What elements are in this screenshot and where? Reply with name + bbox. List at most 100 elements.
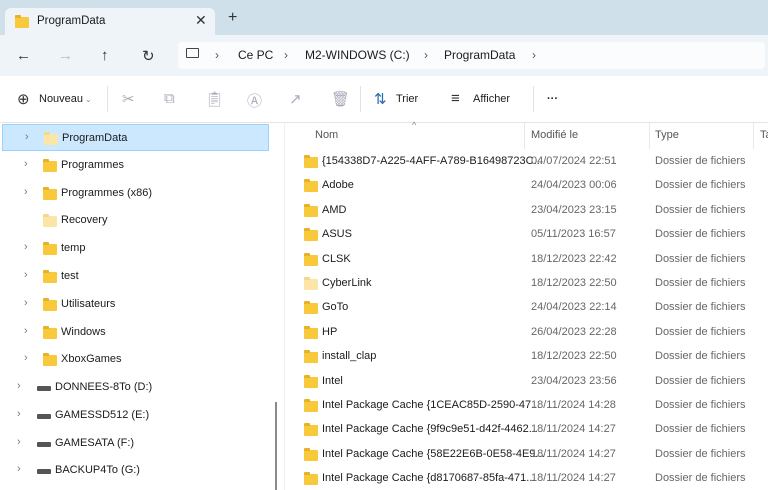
folder-icon [43, 242, 57, 256]
column-header-modified[interactable]: Modifié le [531, 129, 578, 141]
address-row: ← → ↑ ↻ › Ce PC › M2-WINDOWS (C:) › Prog… [0, 35, 768, 76]
view-button[interactable]: Afficher [473, 93, 510, 105]
file-row[interactable]: AMD 23/04/2023 23:15 Dossier de fichiers [285, 198, 768, 222]
file-modified: 18/11/2024 14:27 [531, 423, 616, 436]
column-header-name[interactable]: Nom [315, 129, 338, 141]
sidebar-item-folder[interactable]: › Programmes (x86) [2, 180, 269, 207]
chevron-right-icon[interactable]: › [17, 463, 21, 475]
chevron-right-icon[interactable]: › [24, 241, 28, 253]
column-header-size[interactable]: Ta [760, 129, 768, 141]
chevron-right-icon[interactable]: › [24, 352, 28, 364]
nav-scrollbar[interactable] [275, 402, 277, 490]
folder-icon [304, 228, 318, 242]
file-row[interactable]: {154338D7-A225-4AFF-A789-B16498723C... 04… [285, 149, 768, 173]
file-type: Dossier de fichiers [655, 155, 746, 167]
file-row[interactable]: GoTo 24/04/2023 22:14 Dossier de fichiers [285, 295, 768, 319]
file-modified: 18/11/2024 14:27 [531, 447, 616, 460]
sidebar-item-folder[interactable]: › Windows [2, 319, 269, 346]
delete-icon[interactable]: 🗑︎ [331, 90, 350, 108]
up-button[interactable]: ↑ [101, 47, 109, 64]
command-bar: ⊕ Nouveau ⌄ ✂ ⧉ 📋︎ Ⓐ ↗ 🗑︎ ⇅ Trier ≡ Affi… [0, 76, 768, 123]
column-header-type[interactable]: Type [655, 129, 679, 141]
more-options-button[interactable]: ··· [547, 93, 558, 105]
sidebar-item-drive[interactable]: › GAMESATA (F:) [2, 430, 269, 457]
file-modified: 18/12/2023 22:42 [531, 252, 617, 265]
file-row[interactable]: ASUS 05/11/2023 16:57 Dossier de fichiers [285, 222, 768, 246]
sidebar-item-folder[interactable]: › ProgramData [2, 124, 269, 151]
sidebar-item-label: Utilisateurs [61, 297, 116, 310]
file-modified: 18/12/2023 22:50 [531, 350, 617, 363]
refresh-button[interactable]: ↻ [142, 47, 155, 65]
sidebar-item-drive[interactable]: › DONNEES-8To (D:) [2, 374, 269, 401]
chevron-right-icon[interactable]: › [24, 158, 28, 170]
computer-icon [186, 48, 199, 58]
sidebar-item-label: temp [61, 242, 86, 255]
chevron-right-icon[interactable]: › [24, 297, 28, 309]
sidebar-item-folder[interactable]: › temp [2, 235, 269, 262]
drive-icon [37, 441, 51, 447]
back-button[interactable]: ← [16, 47, 31, 64]
paste-icon[interactable]: 📋︎ [205, 90, 224, 108]
chevron-right-icon[interactable]: › [24, 325, 28, 337]
new-button[interactable]: Nouveau [39, 93, 83, 105]
chevron-right-icon[interactable]: › [25, 131, 29, 143]
breadcrumb-item[interactable]: M2-WINDOWS (C:) [305, 48, 410, 62]
new-tab-button[interactable]: + [228, 9, 237, 27]
drive-icon [37, 386, 51, 391]
file-row[interactable]: Intel 23/04/2023 23:56 Dossier de fichiers [285, 369, 768, 393]
file-modified: 24/04/2023 22:14 [531, 301, 617, 314]
folder-icon [43, 186, 57, 200]
file-name: Intel Package Cache {d8170687-85fa-471..… [322, 472, 536, 485]
sidebar-item-folder[interactable]: › XboxGames [2, 346, 269, 373]
file-row[interactable]: CLSK 18/12/2023 22:42 Dossier de fichiers [285, 247, 768, 271]
file-name: {154338D7-A225-4AFF-A789-B16498723C... [322, 155, 543, 167]
file-row[interactable]: HP 26/04/2023 22:28 Dossier de fichiers [285, 320, 768, 344]
sidebar-item-label: GAMESATA (F:) [55, 436, 135, 449]
breadcrumb-item[interactable]: Ce PC [238, 48, 273, 62]
chevron-right-icon[interactable]: › [17, 408, 21, 420]
sidebar-item-folder[interactable]: › Programmes [2, 152, 269, 179]
chevron-right-icon[interactable]: › [24, 269, 28, 281]
chevron-right-icon[interactable]: › [24, 186, 28, 198]
share-icon[interactable]: ↗ [289, 90, 302, 108]
copy-icon[interactable]: ⧉ [164, 90, 175, 107]
view-icon: ≡ [451, 90, 460, 107]
file-modified: 18/11/2024 14:28 [531, 399, 616, 411]
file-modified: 18/11/2024 14:27 [531, 472, 616, 485]
forward-button[interactable]: → [58, 47, 73, 64]
file-row[interactable]: Adobe 24/04/2023 00:06 Dossier de fichiers [285, 173, 768, 197]
file-type: Dossier de fichiers [655, 472, 746, 485]
file-row[interactable]: Intel Package Cache {1CEAC85D-2590-47...… [285, 393, 768, 417]
file-modified: 05/11/2023 16:57 [531, 228, 616, 241]
sort-button[interactable]: Trier [396, 93, 418, 105]
tab-programdata[interactable]: ProgramData ✕ [5, 8, 215, 35]
chevron-right-icon[interactable]: › [17, 380, 21, 392]
file-name: ASUS [322, 228, 352, 241]
sidebar-item-label: Recovery [61, 214, 108, 227]
sidebar-item-drive[interactable]: › BACKUP4To (G:) [2, 457, 269, 484]
file-row[interactable]: Intel Package Cache {9f9c9e51-d42f-4462.… [285, 417, 768, 441]
file-modified: 23/04/2023 23:15 [531, 203, 617, 216]
breadcrumb-item[interactable]: ProgramData [444, 48, 515, 62]
rename-icon[interactable]: Ⓐ [247, 90, 262, 111]
breadcrumb[interactable]: › Ce PC › M2-WINDOWS (C:) › ProgramData … [178, 42, 765, 69]
sidebar-item-folder[interactable]: › Utilisateurs [2, 291, 269, 318]
sidebar-item-folder[interactable]: Recovery [2, 207, 269, 234]
file-row[interactable]: install_clap 18/12/2023 22:50 Dossier de f… [285, 344, 768, 368]
file-name: GoTo [322, 301, 349, 314]
sidebar-item-label: Windows [61, 325, 106, 338]
chevron-right-icon[interactable]: › [17, 436, 21, 448]
file-row[interactable]: Intel Package Cache {58E22E6B-0E58-4E9..… [285, 442, 768, 466]
file-name: Intel [322, 374, 343, 387]
cut-icon[interactable]: ✂ [122, 90, 135, 108]
folder-icon [304, 374, 318, 388]
file-row[interactable]: Intel Package Cache {d8170687-85fa-471..… [285, 466, 768, 490]
sidebar-item-drive[interactable]: › GAMESSD512 (E:) [2, 402, 269, 429]
folder-icon [304, 423, 318, 437]
file-row[interactable]: CyberLink 18/12/2023 22:50 Dossier de fich… [285, 271, 768, 295]
file-modified: 24/04/2023 00:06 [531, 179, 617, 192]
chevron-right-icon: › [532, 48, 536, 62]
sidebar-item-folder[interactable]: › test [2, 263, 269, 290]
chevron-right-icon: › [284, 48, 288, 62]
close-tab-button[interactable]: ✕ [195, 12, 207, 29]
